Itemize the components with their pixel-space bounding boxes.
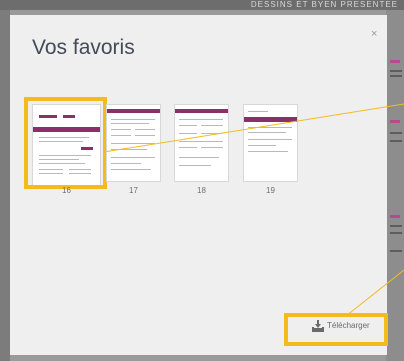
callout-line-download [345,269,404,317]
callout-line-thumbnail [103,103,404,153]
download-highlight [284,313,388,346]
callout-lines [103,103,404,317]
